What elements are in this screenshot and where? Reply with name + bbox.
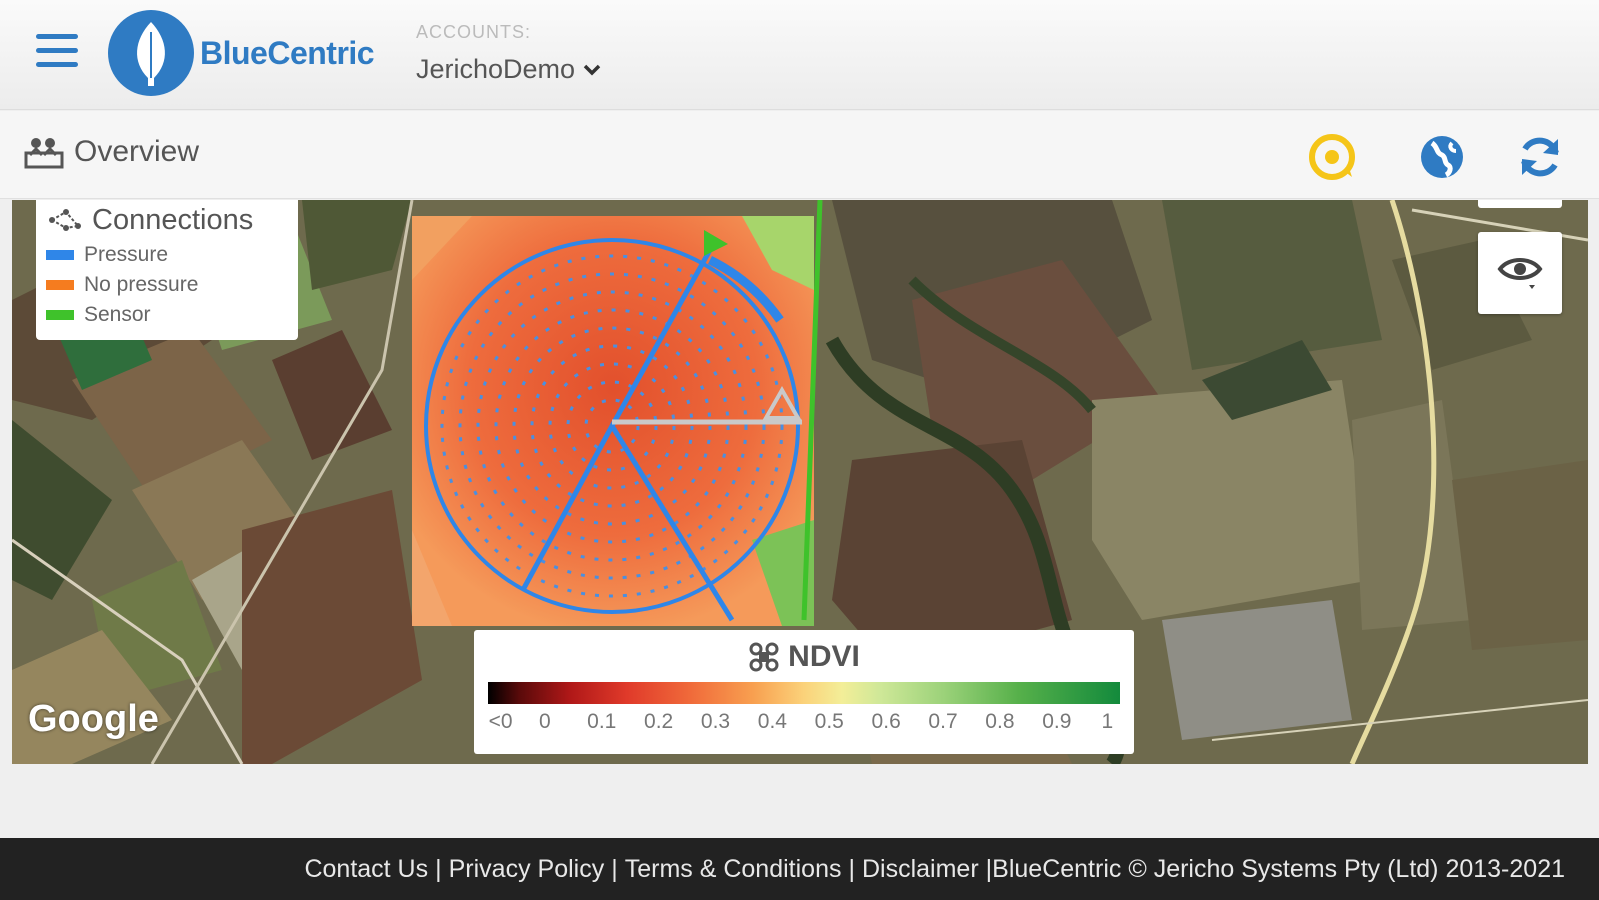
connections-legend: Connections Pressure No pressure Sensor [36,200,298,340]
ndvi-tick: 1 [1101,710,1114,733]
globe-icon [1421,136,1463,178]
ndvi-tick: 0.2 [644,710,674,733]
ndvi-tick: 0.9 [1042,710,1072,733]
location-refresh-icon [1309,134,1355,180]
ndvi-tick: 0.4 [757,710,787,733]
page-title: Overview [24,135,199,169]
legend-title-text: Connections [92,203,254,236]
privacy-link[interactable]: Privacy Policy [449,855,605,884]
contact-link[interactable]: Contact Us [304,855,428,884]
separator: | [611,854,618,883]
legend-item-label: Pressure [84,243,169,266]
ndvi-scale-panel: NDVI <0 0 0.1 0.2 0.3 0.4 0.5 0.6 0.7 0.… [474,630,1134,754]
connections-icon [49,209,81,231]
brand-name: BlueCentric [200,34,375,71]
legend-item-sensor: Sensor [46,300,288,330]
ndvi-tick: 0.6 [871,710,901,733]
legend-swatch [46,250,74,260]
ndvi-title: NDVI [474,640,1134,674]
legend-item-no-pressure: No pressure [46,270,288,300]
ndvi-tick: 0.7 [928,710,958,733]
map-view[interactable]: Connections Pressure No pressure Sensor … [12,200,1588,764]
ndvi-color-ramp [488,682,1120,704]
page-title-text: Overview [74,135,200,168]
account-select[interactable]: JerichoDemo [416,54,601,85]
legend-item-pressure: Pressure [46,240,288,270]
separator: | [848,854,855,883]
accounts-label: ACCOUNTS: [416,22,532,42]
ndvi-tick: 0 [539,710,551,733]
disclaimer-link[interactable]: Disclaimer [862,855,979,884]
ndvi-title-text: NDVI [788,640,860,673]
refresh-button[interactable] [1516,133,1564,181]
leaf-logo-icon [108,10,194,96]
legend-swatch [46,280,74,290]
menu-icon[interactable] [36,34,78,74]
legend-item-label: Sensor [84,303,151,326]
ndvi-tick: <0 [488,710,513,733]
map-control-top[interactable] [1478,200,1562,208]
drone-icon [749,642,779,672]
eye-icon [1497,258,1543,289]
account-select-value: JerichoDemo [416,54,576,84]
legend-swatch [46,310,74,320]
ndvi-tick-labels: <0 0 0.1 0.2 0.3 0.4 0.5 0.6 0.7 0.8 0.9… [488,710,1120,736]
ndvi-tick: 0.5 [814,710,844,733]
map-people-icon [24,138,64,169]
copyright-text: BlueCentric © Jericho Systems Pty (Ltd) … [992,854,1565,883]
legend-title: Connections [46,200,288,240]
separator: | [435,854,442,883]
logo[interactable]: BlueCentric [108,10,375,96]
ndvi-tick: 0.3 [700,710,731,733]
legend-item-label: No pressure [84,273,199,296]
layer-visibility-button[interactable] [1478,232,1562,314]
footer: Contact Us | Privacy Policy | Terms & Co… [0,838,1599,900]
ndvi-tick: 0.8 [985,710,1015,733]
refresh-icon [1521,137,1559,177]
toolbar: Overview [0,111,1599,199]
map-attribution: Google [28,698,159,740]
ndvi-tick: 0.1 [587,710,617,733]
globe-button[interactable] [1418,133,1466,181]
top-bar: BlueCentric ACCOUNTS: JerichoDemo [0,0,1599,110]
chevron-down-icon [583,64,601,75]
location-refresh-button[interactable] [1308,133,1356,181]
terms-link[interactable]: Terms & Conditions [625,855,842,884]
